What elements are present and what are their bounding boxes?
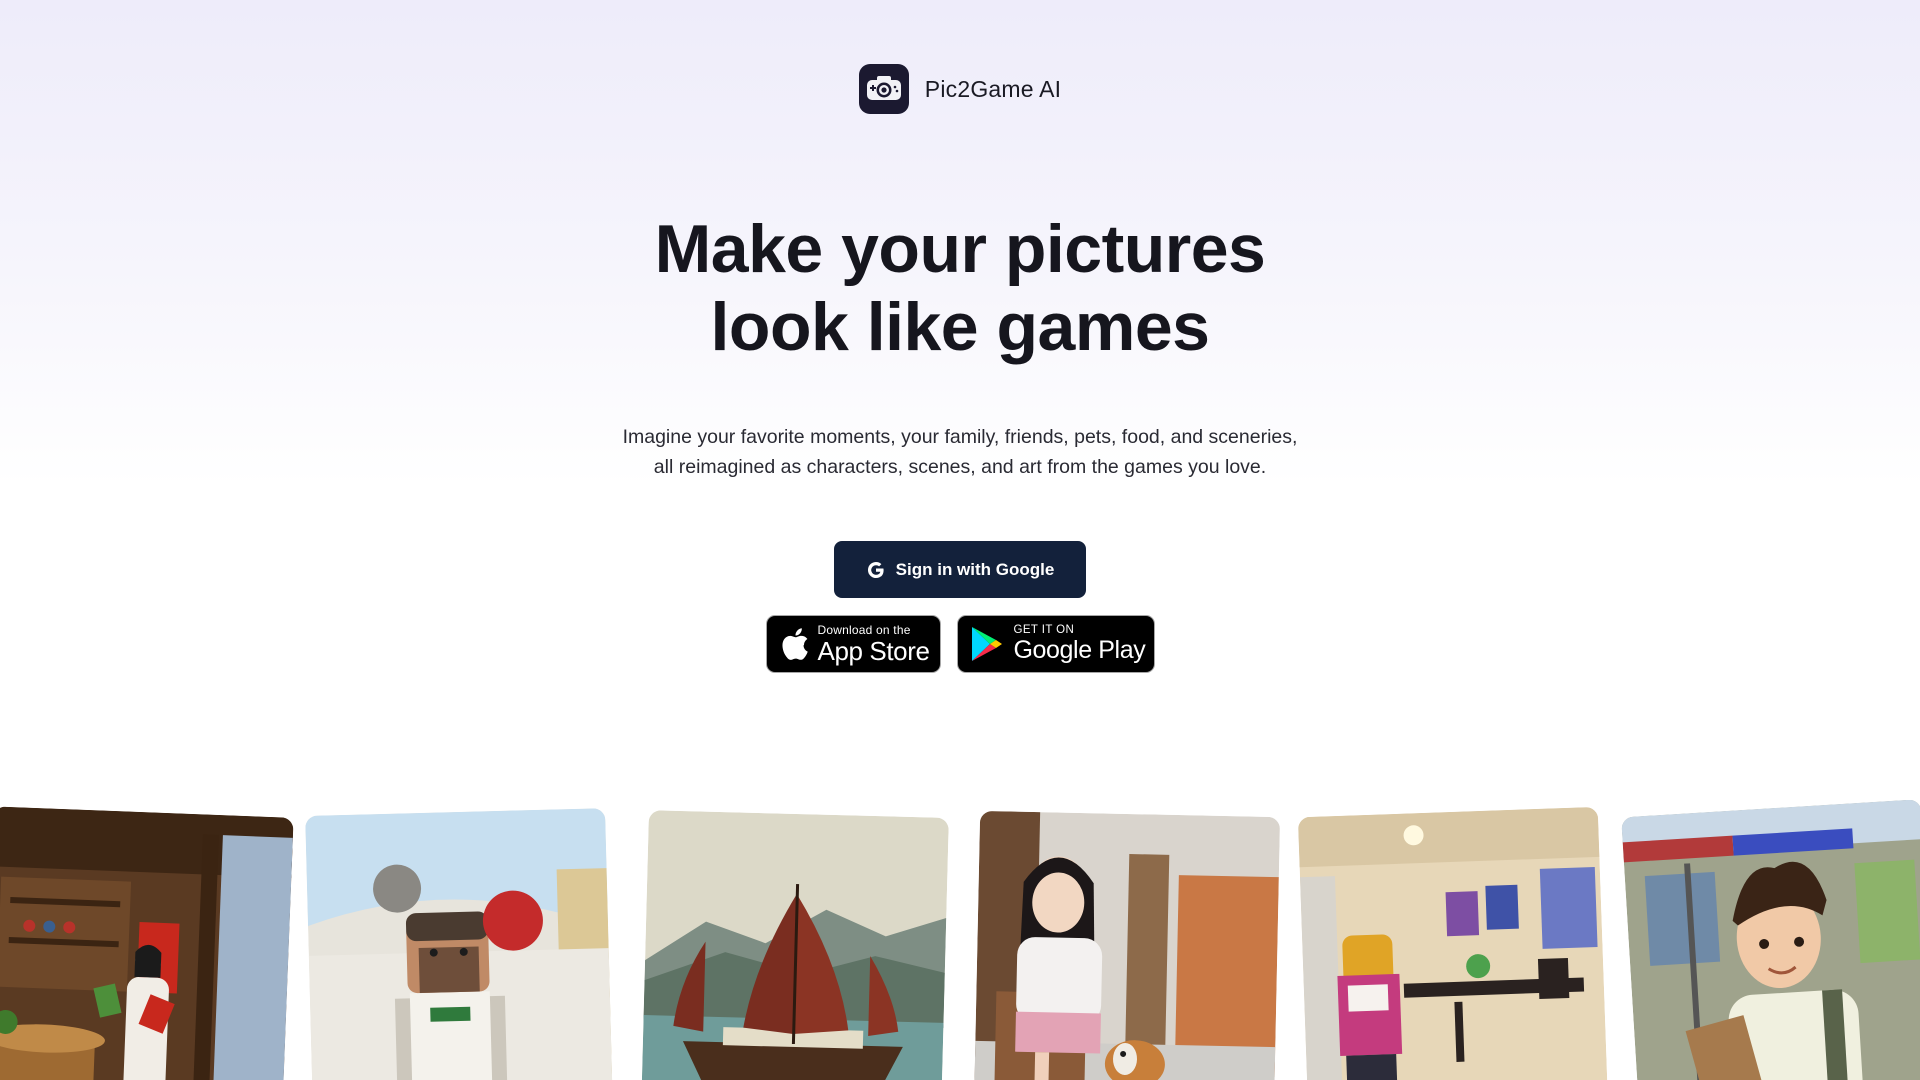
store-badges: Download on the App Store GET IT ON Goog… [0, 615, 1920, 673]
app-store-small-text: Download on the [817, 623, 911, 637]
apple-icon [781, 628, 808, 660]
girl-dog-image [973, 810, 1281, 1080]
gallery-card-tea-shop[interactable] [0, 806, 294, 1080]
lego-classroom-image [1297, 806, 1609, 1080]
google-g-icon [867, 561, 884, 578]
google-play-icon [971, 627, 1002, 661]
google-signin-button[interactable]: Sign in with Google [834, 541, 1086, 598]
google-play-big-text: Google Play [1013, 636, 1146, 665]
hero-subtitle-line2: all reimagined as characters, scenes, an… [653, 456, 1267, 478]
brand-name[interactable]: Pic2Game AI [925, 76, 1061, 103]
gallery-card-lego-toys[interactable] [305, 808, 613, 1080]
tea-shop-image [0, 806, 294, 1080]
lego-toys-image [305, 808, 613, 1080]
boy-street-image [1621, 800, 1920, 1080]
google-signin-label: Sign in with Google [895, 559, 1055, 579]
app-store-big-text: App Store [817, 636, 930, 666]
hero-title-line1: Make your pictures [654, 211, 1266, 287]
app-store-badge[interactable]: Download on the App Store [765, 615, 941, 673]
gallery-card-junk-boat[interactable] [641, 810, 949, 1080]
google-play-small-text: GET IT ON [1013, 623, 1075, 636]
hero-subtitle: Imagine your favorite moments, your fami… [0, 422, 1920, 482]
gallery-card-girl-dog[interactable] [973, 810, 1281, 1080]
hero-title-line2: look like games [710, 289, 1210, 365]
gallery-card-lego-classroom[interactable] [1297, 806, 1609, 1080]
brand-header: Pic2Game AI [0, 64, 1920, 114]
junk-boat-image [641, 810, 949, 1080]
hero-subtitle-line1: Imagine your favorite moments, your fami… [622, 426, 1298, 448]
camera-gamepad-icon[interactable] [858, 64, 909, 114]
hero-title: Make your pictures look like games [0, 210, 1920, 366]
gallery-card-boy-street[interactable] [1621, 800, 1920, 1080]
example-gallery [0, 800, 1920, 1080]
google-play-badge[interactable]: GET IT ON Google Play [956, 615, 1155, 673]
